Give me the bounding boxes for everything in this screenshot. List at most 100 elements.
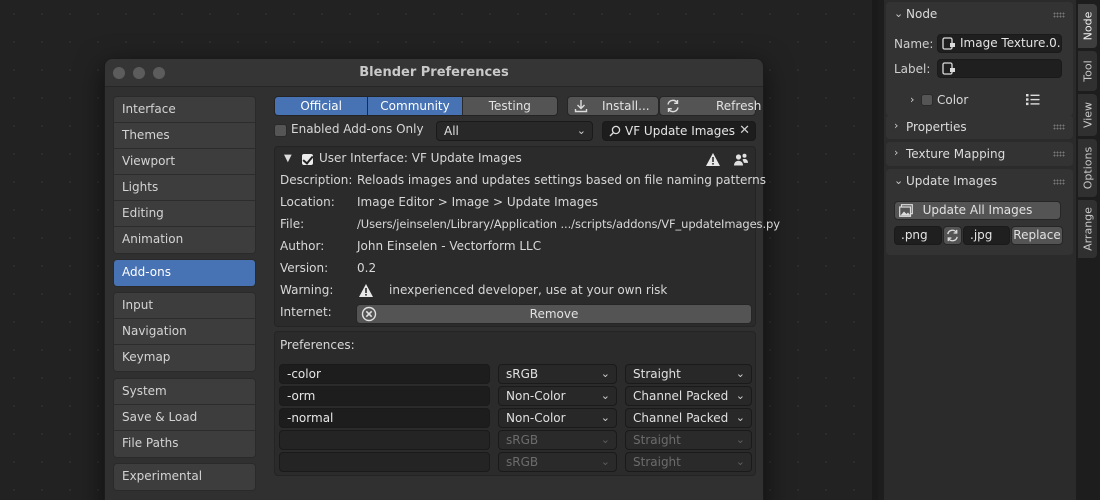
chevron-down-icon: ⌄ [600,455,610,468]
chevron-down-icon: ⌄ [735,367,745,380]
name-label: Name: [894,37,934,51]
nav-item-animation[interactable]: Animation [114,227,255,253]
nav-item-editing[interactable]: Editing [114,201,255,227]
nav-item-file-paths[interactable]: File Paths [114,431,255,457]
region-divider[interactable] [872,0,878,500]
vtab-tool[interactable]: Tool [1078,51,1097,91]
texture-mapping-header[interactable]: Texture Mapping [906,147,1005,161]
addon-enabled-checkbox[interactable] [301,153,314,166]
chevron-down-icon: ⌄ [600,367,610,380]
suffix-field-4[interactable] [279,430,490,450]
colorspace-dropdown-4[interactable]: sRGB ⌄ [498,430,617,450]
suffix-field-1[interactable]: -color [279,364,490,384]
color-checkbox[interactable] [921,94,933,106]
alpha-value: Straight [633,367,681,381]
title-bar[interactable]: Blender Preferences [105,59,763,87]
vtab-options[interactable]: Options [1078,139,1097,197]
nav-group-input: Input Navigation Keymap [113,292,256,372]
category-value: All [444,124,459,138]
nav-item-navigation[interactable]: Navigation [114,319,255,345]
suffix-field-5[interactable] [279,452,490,472]
update-images-section: ⌄ Update Images Update All Images .png .… [886,169,1073,255]
vtab-label: Node [1081,11,1094,41]
replace-button[interactable]: Replace [1011,226,1063,245]
colorspace-value: sRGB [506,433,539,447]
clear-search-icon[interactable]: ✕ [739,122,750,140]
install-label: Install... [602,99,650,113]
nav-item-lights[interactable]: Lights [114,175,255,201]
nav-item-input[interactable]: Input [114,293,255,319]
update-images-header[interactable]: Update Images [906,174,997,188]
update-all-images-label: Update All Images [922,203,1033,217]
suffix-field-2[interactable]: -orm [279,386,490,406]
chevron-right-icon[interactable]: › [894,119,898,132]
colorspace-dropdown-5[interactable]: sRGB ⌄ [498,452,617,472]
drag-grip-icon[interactable] [1053,179,1065,185]
vtab-node[interactable]: Node [1078,4,1097,48]
update-all-images-button[interactable]: Update All Images [894,201,1061,220]
node-icon [942,62,956,75]
colorspace-dropdown-3[interactable]: Non-Color ⌄ [498,408,617,428]
search-input[interactable]: VF Update Images ✕ [602,121,756,141]
refresh-button[interactable]: Refresh [659,96,761,116]
alpha-value: Straight [633,433,681,447]
nav-item-system[interactable]: System [114,379,255,405]
vtab-view[interactable]: View [1078,94,1097,136]
vtab-arrange[interactable]: Arrange [1078,200,1097,258]
extension-to-field[interactable]: .jpg [963,226,1010,245]
expand-triangle-icon[interactable]: ▼ [284,153,292,164]
tab-community[interactable]: Community [368,97,463,115]
alpha-dropdown-2[interactable]: Channel Packed ⌄ [625,386,752,406]
node-label-field[interactable] [937,59,1062,78]
drag-grip-icon[interactable] [1053,12,1065,18]
colorspace-dropdown-1[interactable]: sRGB ⌄ [498,364,617,384]
category-dropdown[interactable]: All ⌄ [436,121,593,141]
nav-item-themes[interactable]: Themes [114,123,255,149]
nav-item-viewport[interactable]: Viewport [114,149,255,175]
properties-header[interactable]: Properties [906,120,967,134]
drag-grip-icon[interactable] [1053,124,1065,130]
chevron-down-icon[interactable]: ⌄ [894,7,903,20]
install-button[interactable]: Install... [567,96,659,116]
nav-item-experimental[interactable]: Experimental [114,464,255,490]
nav-item-interface[interactable]: Interface [114,97,255,123]
drag-grip-icon[interactable] [1053,151,1065,157]
internet-label: Internet: [280,305,332,319]
node-name-field[interactable]: Image Texture.0... [937,34,1062,53]
list-icon[interactable] [1026,93,1040,106]
node-section-header[interactable]: Node [906,7,937,21]
tab-testing[interactable]: Testing [462,97,557,115]
tab-official[interactable]: Official [275,97,369,115]
alpha-dropdown-3[interactable]: Channel Packed ⌄ [625,408,752,428]
alpha-dropdown-5[interactable]: Straight ⌄ [625,452,752,472]
chevron-right-icon[interactable]: › [910,93,914,106]
download-icon [573,98,589,114]
colorspace-value: sRGB [506,367,539,381]
enabled-only-checkbox[interactable] [274,124,287,137]
enabled-only-label: Enabled Add-ons Only [291,122,424,136]
warning-label: Warning: [280,283,334,297]
nav-item-keymap[interactable]: Keymap [114,345,255,371]
chevron-right-icon[interactable]: › [894,146,898,159]
texture-mapping-section[interactable]: › Texture Mapping [886,142,1073,166]
colorspace-dropdown-2[interactable]: Non-Color ⌄ [498,386,617,406]
warning-icon [705,152,721,167]
suffix-field-3[interactable]: -normal [279,408,490,428]
vtab-label: Options [1081,146,1094,190]
extension-from-field[interactable]: .png [894,226,942,245]
window-title: Blender Preferences [359,65,509,80]
colorspace-value: Non-Color [506,389,566,403]
nav-item-save-load[interactable]: Save & Load [114,405,255,431]
vtab-label: View [1081,101,1094,129]
chevron-down-icon[interactable]: ⌄ [894,174,903,187]
addon-title: User Interface: VF Update Images [319,151,522,165]
description-value: Reloads images and updates settings base… [357,173,766,187]
swap-extensions-button[interactable] [943,226,962,245]
alpha-dropdown-1[interactable]: Straight ⌄ [625,364,752,384]
remove-button[interactable]: Remove [356,304,752,324]
preferences-label: Preferences: [280,338,355,352]
alpha-dropdown-4[interactable]: Straight ⌄ [625,430,752,450]
properties-section[interactable]: › Properties [886,115,1073,139]
file-label: File: [280,217,305,231]
nav-item-addons[interactable]: Add-ons [114,260,255,286]
